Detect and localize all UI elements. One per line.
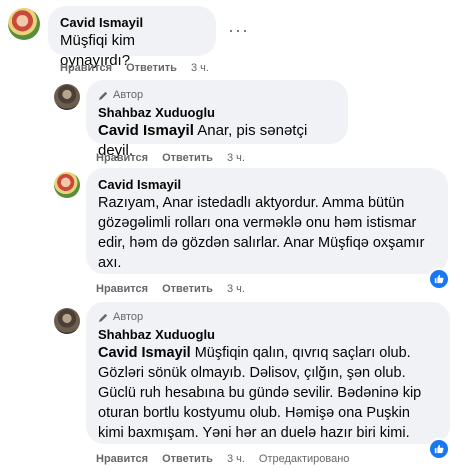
like-button[interactable]: Нравится — [60, 61, 112, 75]
edited-label: Отредактировано — [258, 453, 350, 465]
reply-button[interactable]: Ответить — [162, 282, 213, 296]
like-reaction-icon[interactable] — [428, 268, 450, 290]
avatar[interactable] — [8, 8, 40, 40]
timestamp[interactable]: 3 ч. — [227, 282, 245, 296]
like-button[interactable]: Нравится — [96, 452, 148, 466]
more-options-icon[interactable]: ··· — [228, 21, 249, 39]
reply-button[interactable]: Ответить — [162, 452, 213, 466]
mention[interactable]: Cavid Ismayil — [98, 345, 191, 361]
author-badge-label: Автор — [113, 311, 144, 323]
pencil-icon — [98, 91, 108, 100]
pencil-icon — [98, 313, 108, 322]
comment-text: Cavid Ismayil Müşfiqin qalın, qıvrıq saç… — [98, 343, 438, 443]
comment-actions: Нравится Ответить 3 ч. — [96, 282, 259, 296]
comment-author[interactable]: Shahbaz Xuduoglu — [98, 104, 336, 121]
comment-bubble: Cavid Ismayil Müşfiqi kim oynayırdı? — [48, 6, 216, 69]
comment-author[interactable]: Cavid Ismayil — [98, 176, 436, 193]
timestamp[interactable]: 3 ч. — [227, 452, 245, 466]
avatar[interactable] — [54, 84, 80, 110]
author-badge: Автор — [98, 88, 336, 102]
avatar[interactable] — [54, 308, 80, 334]
like-button[interactable]: Нравится — [96, 151, 148, 165]
comment-bubble: Автор Shahbaz Xuduoglu Cavid Ismayil Ana… — [86, 80, 348, 159]
author-badge: Автор — [98, 310, 438, 324]
mention[interactable]: Cavid Ismayil — [98, 122, 194, 139]
avatar[interactable] — [54, 172, 80, 198]
comment-actions: Нравится Ответить 3 ч. Отредактировано — [96, 452, 363, 466]
comment-author[interactable]: Shahbaz Xuduoglu — [98, 326, 438, 343]
like-button[interactable]: Нравится — [96, 282, 148, 296]
timestamp[interactable]: 3 ч. — [227, 151, 245, 165]
comment-text: Razıyam, Anar istedadlı aktyordur. Amma … — [98, 195, 425, 271]
like-reaction-icon[interactable] — [428, 438, 450, 460]
comment-bubble: Cavid Ismayil Razıyam, Anar istedadlı ak… — [86, 168, 448, 274]
author-badge-label: Автор — [113, 89, 144, 101]
reply-button[interactable]: Ответить — [126, 61, 177, 75]
reply-button[interactable]: Ответить — [162, 151, 213, 165]
comment-author[interactable]: Cavid Ismayil — [60, 14, 204, 31]
comment-bubble: Автор Shahbaz Xuduoglu Cavid Ismayil Müş… — [86, 302, 450, 444]
timestamp[interactable]: 3 ч. — [191, 61, 209, 75]
comment-actions: Нравится Ответить 3 ч. — [96, 151, 259, 165]
comment-actions: Нравится Ответить 3 ч. — [60, 61, 223, 75]
